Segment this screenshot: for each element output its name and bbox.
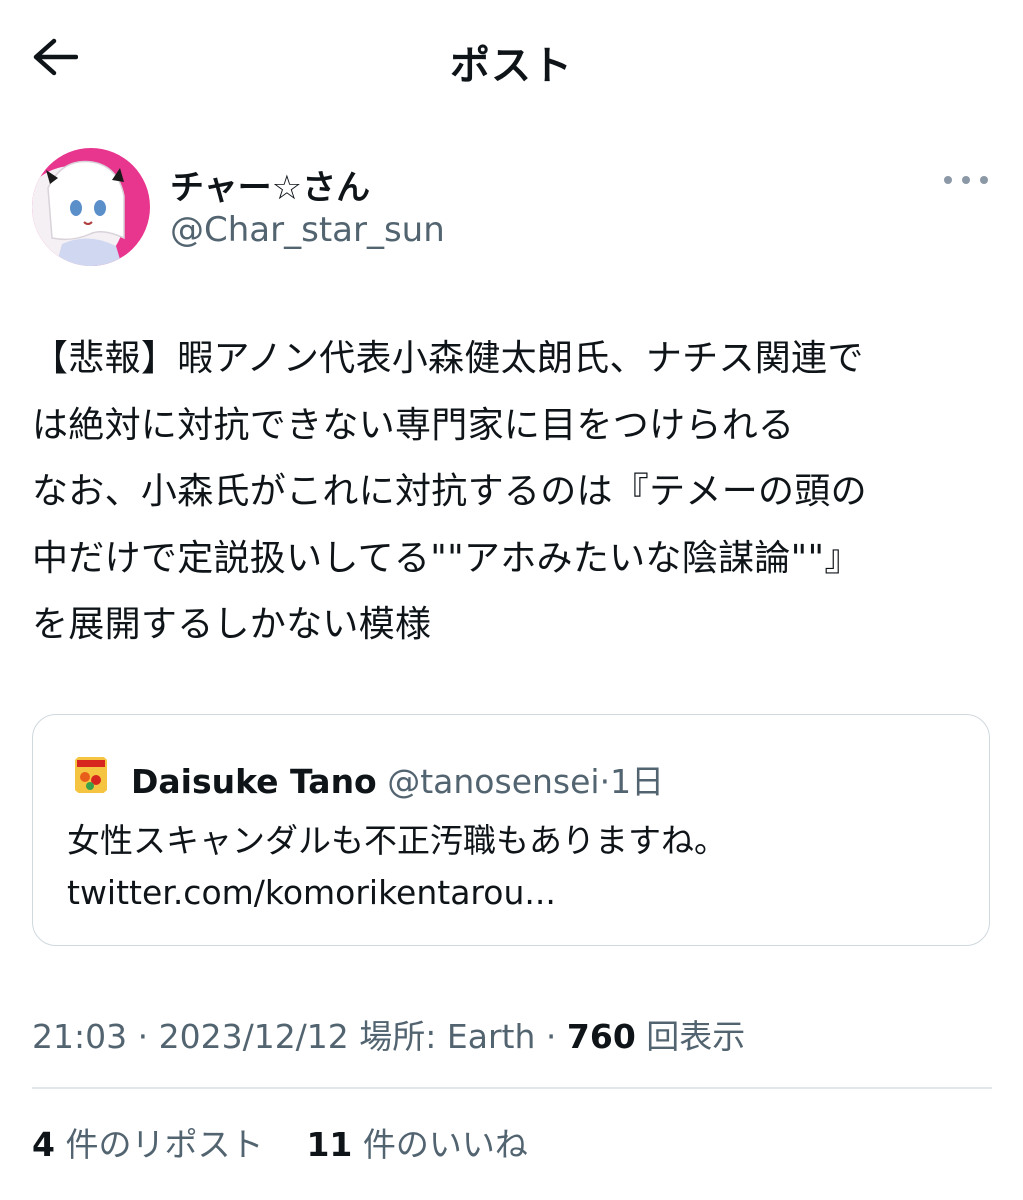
reposts-label: 件のリポスト [65, 1125, 264, 1164]
post-text-line: を展開するしかない模様 [32, 604, 432, 645]
divider [32, 1087, 992, 1089]
likes-stat[interactable]: 11 件のいいね [296, 1125, 528, 1164]
header-bar: ポスト [0, 0, 1023, 118]
views-label: 回表示 [646, 1017, 746, 1056]
more-horizontal-icon [944, 176, 952, 184]
post-text-line: なお、小森氏がこれに対抗するのは『テメーの頭の [32, 471, 867, 512]
likes-count: 11 [306, 1125, 353, 1164]
post-text-line: 中だけで定説扱いしてる""アホみたいな陰謀論""』 [32, 537, 861, 579]
post-body: 【悲報】暇アノン代表小森健太朗氏、ナチス関連で は絶対に対抗できない専門家に目を… [32, 326, 997, 659]
more-horizontal-icon [980, 176, 988, 184]
post-location: 場所: Earth [359, 1017, 536, 1056]
quote-separator: · [599, 762, 611, 801]
meta-separator: · [535, 1017, 567, 1056]
likes-label: 件のいいね [362, 1125, 528, 1164]
reposts-stat[interactable]: 4 件のリポスト [32, 1125, 274, 1164]
views-count: 760 [566, 1017, 636, 1056]
quote-body: 女性スキャンダルも不正汚職もありますね。 twitter.com/komorik… [67, 815, 727, 919]
quoted-post-card[interactable]: Daisuke Tano @tanosensei·1日 女性スキャンダルも不正汚… [32, 714, 990, 946]
quote-header: Daisuke Tano @tanosensei·1日 [131, 755, 664, 803]
quote-link[interactable]: twitter.com/komorikentarou... [67, 867, 727, 919]
author-avatar[interactable] [32, 148, 150, 266]
quote-timestamp: 1日 [610, 762, 665, 801]
quote-author-avatar [69, 753, 113, 797]
author-handle[interactable]: @Char_star_sun [170, 210, 445, 250]
reposts-count: 4 [32, 1125, 55, 1164]
post-meta: 21:03 · 2023/12/12 場所: Earth · 760 回表示 [32, 1010, 745, 1058]
meta-separator: · [127, 1017, 159, 1056]
post-text-line: は絶対に対抗できない専門家に目をつけられる [32, 404, 795, 446]
quote-author-handle: @tanosensei [387, 762, 600, 801]
page-title: ポスト [450, 43, 573, 89]
post-text-line: 【悲報】暇アノン代表小森健太朗氏、ナチス関連で [32, 338, 864, 379]
quote-author-name: Daisuke Tano [131, 762, 377, 801]
more-horizontal-icon [962, 176, 970, 184]
engagement-stats: 4 件のリポスト 11 件のいいね [32, 1118, 528, 1166]
more-options-button[interactable] [944, 170, 988, 190]
post-date[interactable]: 2023/12/12 [159, 1017, 349, 1056]
author-display-name[interactable]: チャー☆さん [170, 160, 370, 209]
quote-text-line: 女性スキャンダルも不正汚職もありますね。 [67, 821, 727, 860]
post-author: チャー☆さん @Char_star_sun [32, 148, 992, 268]
post-time[interactable]: 21:03 [32, 1017, 127, 1056]
